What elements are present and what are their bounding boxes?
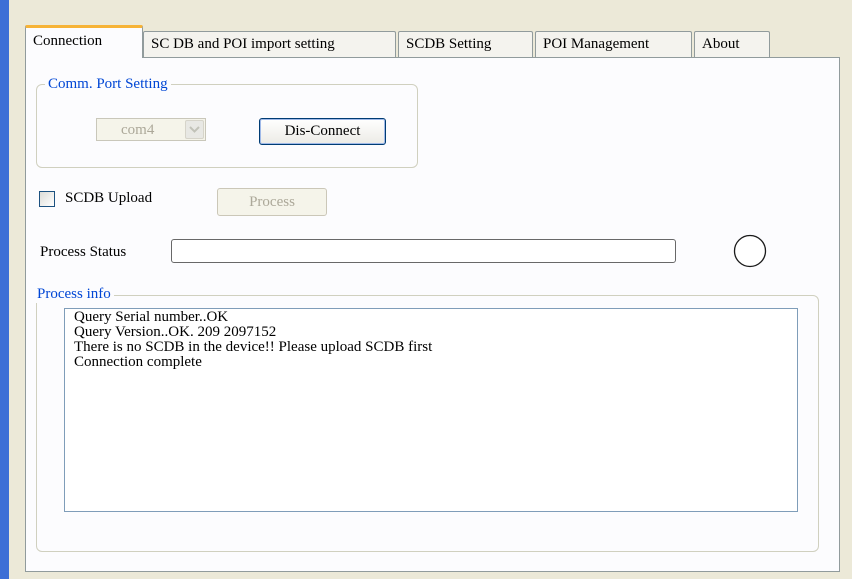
disconnect-button[interactable]: Dis-Connect [259,118,386,145]
tab-connection[interactable]: Connection [25,25,143,58]
comm-port-group-title: Comm. Port Setting [45,75,171,93]
tab-scdb-setting[interactable]: SCDB Setting [398,31,533,57]
tab-poi-management[interactable]: POI Management [535,31,692,57]
log-line: Query Version..OK. 209 2097152 [74,324,277,340]
window-frame-edge [0,0,9,579]
log-line: Connection complete [74,354,202,370]
tab-about-label: About [702,36,740,52]
log-line: Query Serial number..OK [74,309,229,325]
process-button[interactable]: Process [217,188,327,216]
process-status-label: Process Status [40,244,127,260]
connection-tab-panel: Comm. Port Setting com4 Dis-Connect SCDB… [25,57,840,572]
log-line: There is no SCDB in the device!! Please … [74,339,433,355]
com-port-select[interactable]: com4 [96,118,206,141]
tab-scdb-poi-import-setting[interactable]: SC DB and POI import setting [143,31,396,57]
status-indicator-circle-icon [733,234,767,268]
tab-about[interactable]: About [694,31,770,57]
scdb-upload-label: SCDB Upload [65,190,153,206]
tab-scdb-poi-import-setting-label: SC DB and POI import setting [151,36,335,52]
tab-poi-management-label: POI Management [543,36,650,52]
process-info-log[interactable]: Query Serial number..OK Query Version..O… [64,308,798,512]
tab-scdb-setting-label: SCDB Setting [406,36,492,52]
tab-connection-label: Connection [33,33,103,49]
scdb-upload-checkbox[interactable] [39,191,55,207]
com-port-value: com4 [121,122,155,138]
process-info-group-title: Process info [34,285,114,303]
process-status-progress-bar [171,239,676,263]
chevron-down-icon[interactable] [185,120,204,139]
